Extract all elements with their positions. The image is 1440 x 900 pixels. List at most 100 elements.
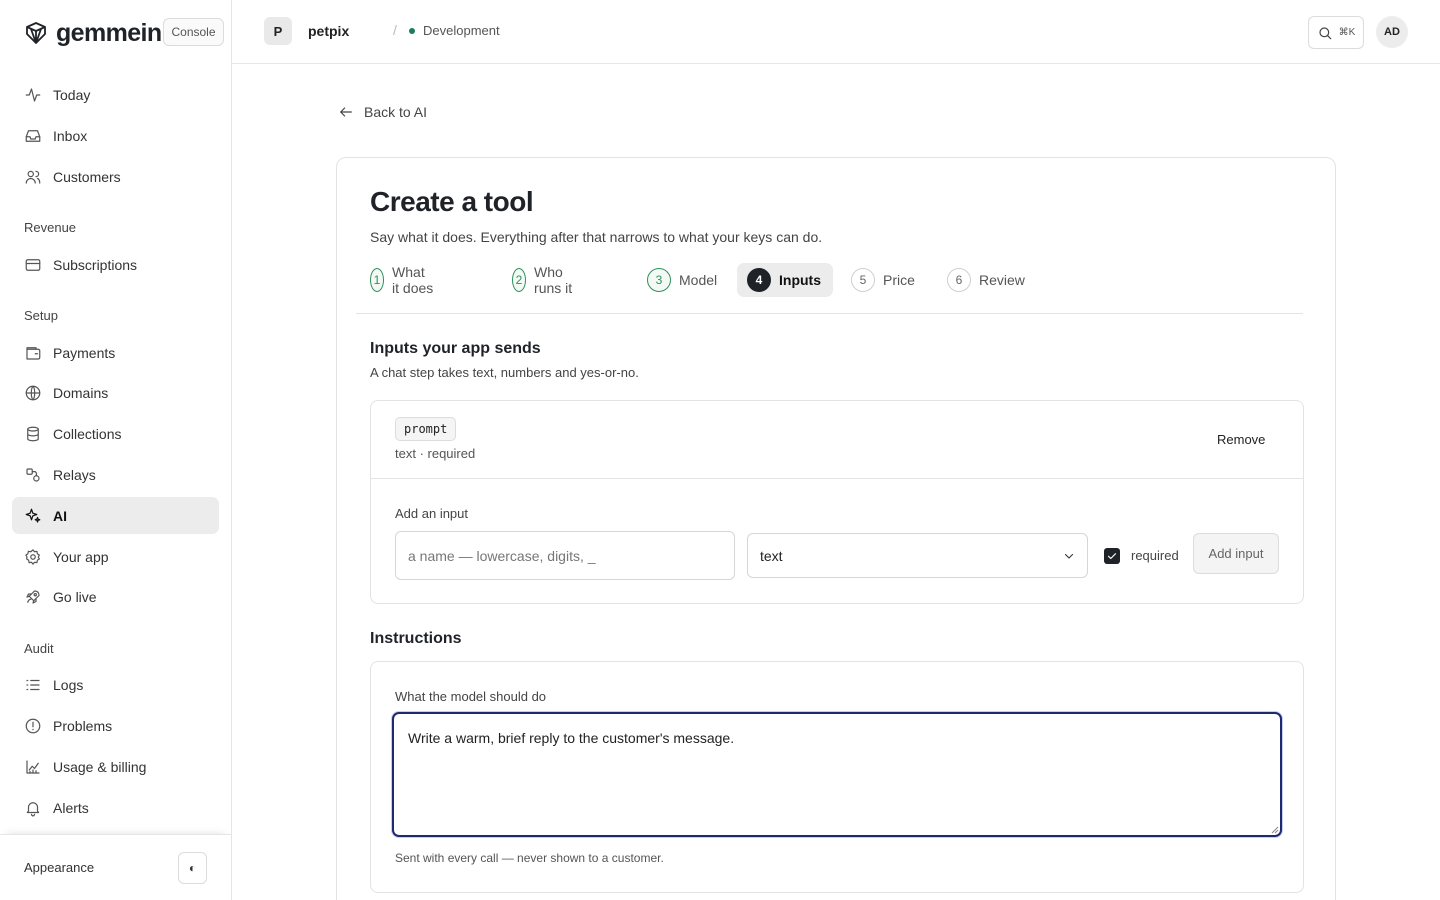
rocket-icon bbox=[26, 589, 40, 604]
page-subtitle: Say what it does. Everything after that … bbox=[370, 229, 823, 245]
add-input-label: Add an input bbox=[395, 506, 469, 521]
input-type-value: text bbox=[760, 547, 783, 564]
instructions-section-title: Instructions bbox=[370, 630, 462, 647]
input-meta: text · required bbox=[395, 446, 476, 461]
nav-label: Your app bbox=[53, 548, 109, 565]
arrow-left-icon bbox=[340, 107, 352, 117]
nav-item-problems[interactable]: Problems bbox=[12, 707, 219, 744]
brand-name: gemmein bbox=[56, 18, 162, 47]
step-label: Review bbox=[979, 272, 1025, 288]
nav-item-usage-billing[interactable]: Usage & billing bbox=[12, 748, 219, 785]
nav-item-relays[interactable]: Relays bbox=[12, 456, 219, 493]
contrast-icon: ◐ bbox=[188, 861, 197, 875]
step-number: 2 bbox=[512, 268, 527, 292]
search-shortcut: ⌘K bbox=[1338, 27, 1356, 38]
required-checkbox[interactable] bbox=[1104, 548, 1120, 564]
step-model[interactable]: 3 Model bbox=[647, 263, 717, 297]
resize-handle-icon[interactable] bbox=[1269, 824, 1279, 834]
input-row: prompt text · required Remove bbox=[371, 401, 1303, 479]
step-number: 5 bbox=[851, 268, 875, 292]
alert-circle-icon bbox=[25, 718, 41, 733]
sparkles-icon bbox=[25, 508, 41, 523]
environment-switcher[interactable]: Development bbox=[409, 23, 500, 38]
bell-icon bbox=[26, 801, 40, 816]
instructions-help-text: Sent with every call — never shown to a … bbox=[395, 851, 664, 865]
divider bbox=[356, 313, 1303, 314]
inputs-panel: prompt text · required Remove Add an inp… bbox=[370, 400, 1304, 604]
nav-label: Domains bbox=[53, 384, 109, 401]
remove-input-button[interactable]: Remove bbox=[1217, 432, 1265, 447]
step-number: 4 bbox=[747, 268, 771, 292]
back-link[interactable]: Back to AI bbox=[338, 104, 427, 120]
activity-icon bbox=[25, 87, 41, 102]
required-label[interactable]: required bbox=[1131, 548, 1179, 563]
nav-item-payments[interactable]: Payments bbox=[12, 334, 219, 371]
step-price[interactable]: 5 Price bbox=[851, 263, 915, 297]
instructions-panel: What the model should do Write a warm, b… bbox=[370, 661, 1304, 893]
step-what-it-does[interactable]: 1 What it does bbox=[370, 263, 435, 297]
list-icon bbox=[26, 679, 40, 690]
search-button[interactable]: ⌘K bbox=[1308, 16, 1364, 49]
project-avatar[interactable]: P bbox=[264, 17, 292, 45]
nav-label: Payments bbox=[53, 344, 116, 361]
nav-item-subscriptions[interactable]: Subscriptions bbox=[12, 246, 219, 283]
nav-item-collections[interactable]: Collections bbox=[12, 415, 219, 452]
theme-toggle-button[interactable]: ◐ bbox=[178, 852, 207, 884]
back-link-label: Back to AI bbox=[364, 104, 428, 120]
inputs-section-description: A chat step takes text, numbers and yes-… bbox=[370, 365, 639, 380]
user-avatar[interactable]: AD bbox=[1376, 16, 1408, 48]
step-label: What it does bbox=[392, 264, 434, 296]
input-name-chip: prompt bbox=[395, 417, 457, 441]
chevron-down-icon bbox=[1064, 553, 1074, 559]
appearance-label: Appearance bbox=[24, 860, 95, 875]
step-label: Who runs it bbox=[534, 264, 573, 296]
inputs-section-title: Inputs your app sends bbox=[370, 340, 541, 357]
step-number: 1 bbox=[370, 268, 385, 292]
nav-label: Alerts bbox=[53, 799, 89, 816]
step-who-runs-it[interactable]: 2 Who runs it bbox=[512, 263, 573, 297]
input-name-field[interactable] bbox=[395, 531, 735, 580]
wallet-icon bbox=[26, 346, 41, 360]
instructions-field-label: What the model should do bbox=[395, 689, 547, 704]
check-icon bbox=[1107, 553, 1117, 560]
step-label: Inputs bbox=[779, 272, 821, 288]
step-number: 3 bbox=[647, 268, 671, 292]
nav-item-your-app[interactable]: Your app bbox=[12, 538, 219, 575]
step-review[interactable]: 6 Review bbox=[947, 263, 1025, 297]
topbar: P petpix / Development ⌘K AD bbox=[232, 0, 1440, 64]
nav-item-inbox[interactable]: Inbox bbox=[12, 117, 219, 154]
nav-label: Relays bbox=[53, 466, 96, 483]
step-inputs[interactable]: 4 Inputs bbox=[737, 263, 833, 297]
nav-label: Go live bbox=[53, 588, 97, 605]
chart-icon bbox=[26, 759, 40, 774]
add-input-button[interactable]: Add input bbox=[1193, 533, 1279, 574]
users-icon bbox=[25, 170, 41, 184]
project-name[interactable]: petpix bbox=[308, 23, 349, 39]
environment-label: Development bbox=[423, 23, 500, 38]
nav-label: Subscriptions bbox=[53, 256, 138, 273]
create-tool-card: Create a tool Say what it does. Everythi… bbox=[336, 157, 1336, 900]
nav-item-logs[interactable]: Logs bbox=[12, 666, 219, 703]
nav-label: Problems bbox=[53, 717, 113, 734]
gear-icon bbox=[25, 548, 40, 565]
nav-item-today[interactable]: Today bbox=[12, 76, 219, 113]
instructions-textarea[interactable]: Write a warm, brief reply to the custome… bbox=[392, 712, 1282, 837]
gem-icon bbox=[26, 22, 46, 44]
sidebar: gemmein Console Today Inbox Customers Re… bbox=[0, 0, 232, 900]
nav-item-customers[interactable]: Customers bbox=[12, 158, 219, 195]
section-label-audit: Audit bbox=[24, 641, 54, 656]
inbox-icon bbox=[25, 129, 41, 142]
breadcrumb-separator: / bbox=[393, 22, 397, 38]
database-icon bbox=[27, 426, 39, 441]
nav-item-go-live[interactable]: Go live bbox=[12, 578, 219, 615]
search-icon bbox=[1319, 26, 1331, 39]
section-label-revenue: Revenue bbox=[24, 220, 77, 235]
nav-label: AI bbox=[53, 507, 67, 524]
brand-logo[interactable]: gemmein bbox=[24, 18, 162, 48]
nav-item-alerts[interactable]: Alerts bbox=[12, 789, 219, 826]
page-title: Create a tool bbox=[370, 186, 534, 217]
nav-item-domains[interactable]: Domains bbox=[12, 374, 219, 411]
nav-item-ai[interactable]: AI bbox=[12, 497, 219, 534]
input-type-select[interactable]: text bbox=[747, 533, 1088, 578]
step-label: Model bbox=[679, 272, 718, 288]
